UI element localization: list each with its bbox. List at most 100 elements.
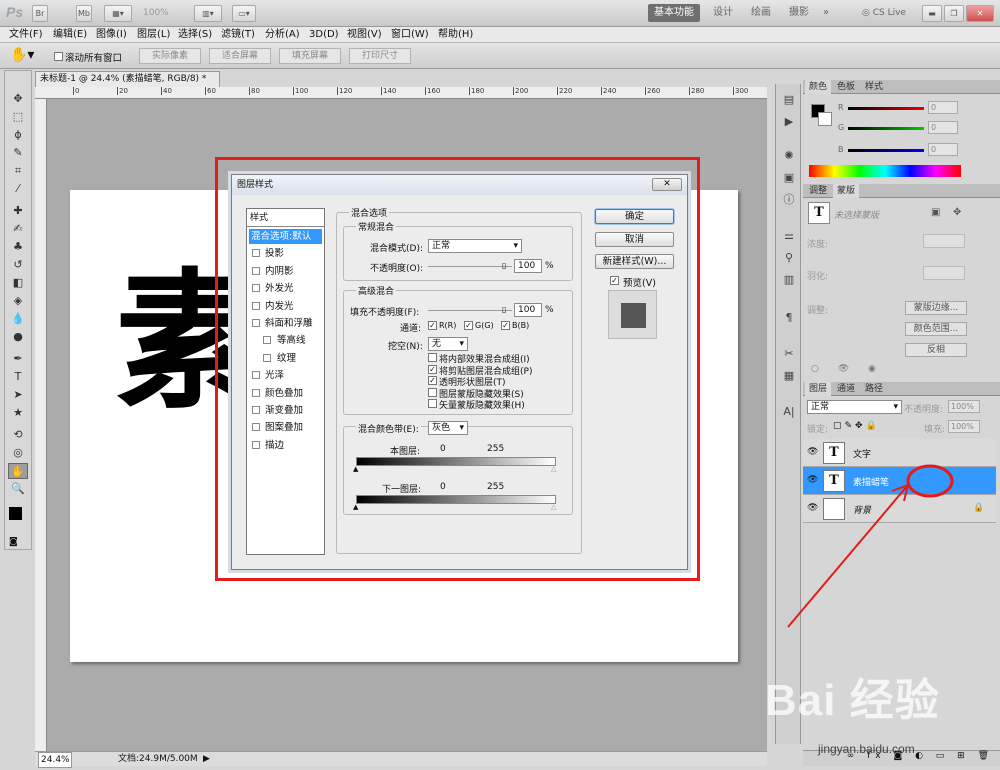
close-window-button[interactable]: ✕ [966,5,994,22]
animation-icon[interactable]: ▦ [780,368,798,384]
actions-icon[interactable]: ▶ [780,114,798,130]
style-item[interactable]: 内阴影 [249,264,322,279]
style-checkbox[interactable] [252,319,260,327]
style-checkbox[interactable] [263,336,271,345]
crop-tool-icon[interactable]: ⌗ [8,163,28,179]
menu-file[interactable]: 文件(F) [9,28,43,42]
hand-tool-icon[interactable]: ✋ [8,463,28,479]
style-checkbox[interactable] [252,371,260,380]
dialog-close-icon[interactable]: ✕ [652,178,682,191]
type-tool-icon[interactable]: T [8,369,28,385]
underlying-black-handle[interactable]: ▲ [353,503,358,511]
document-tab[interactable]: 未标题-1 @ 24.4% (素描蜡笔, RGB/8) * ✕ [35,71,220,100]
marquee-tool-icon[interactable]: ⬚ [8,109,28,125]
advanced-option-checkbox[interactable] [428,353,437,362]
style-item[interactable]: 混合选项:默认 [249,229,322,244]
advanced-option-checkbox[interactable]: ✓ [428,364,437,374]
style-item[interactable]: 颜色叠加 [249,386,322,401]
style-checkbox[interactable] [252,266,260,275]
style-item[interactable]: 光泽 [249,368,322,383]
invert-button[interactable]: 反相 [905,343,967,357]
style-item[interactable]: 外发光 [249,281,322,296]
3d-rotate-icon[interactable]: ⟲ [8,427,28,443]
underlying-white-handle[interactable]: △ [551,503,556,511]
info-icon[interactable]: ⓘ [780,192,798,208]
style-checkbox[interactable] [252,388,260,397]
advanced-option-checkbox[interactable]: ✓ [428,376,437,386]
tab-channels[interactable]: 通道 [833,382,859,396]
mask-footer-icons[interactable]: ○ 👁 ◉ [811,364,884,374]
fill-opacity-slider[interactable] [428,310,512,311]
blend-if-select[interactable]: 灰色 ▾ [428,421,468,435]
ok-button[interactable]: 确定 [595,209,674,224]
minimize-button[interactable]: ▬ [922,5,942,22]
style-item[interactable]: 描边 [249,438,322,453]
cancel-button[interactable]: 取消 [595,232,674,247]
menu-filter[interactable]: 滤镜(T) [221,28,255,42]
tab-layers[interactable]: 图层 [805,382,832,396]
menu-analysis[interactable]: 分析(A) [265,28,300,42]
style-checkbox[interactable] [252,301,260,310]
bg-color-swatch[interactable] [818,112,832,126]
character-icon[interactable]: A| [780,404,798,420]
history-icon[interactable]: ▤ [780,92,798,108]
advanced-option-checkbox[interactable] [428,399,437,409]
shape-tool-icon[interactable]: ★ [8,405,28,421]
tool-presets-icon[interactable]: ✂ [780,346,798,362]
tab-paths[interactable]: 路径 [861,382,887,396]
style-item[interactable]: 投影 [249,246,322,261]
style-item[interactable]: 斜面和浮雕 [249,316,322,331]
menu-edit[interactable]: 编辑(E) [53,28,87,42]
workspace-photography[interactable]: 摄影 [784,4,814,22]
view-extras-button[interactable]: ▦▾ [104,5,132,22]
mask-edge-button[interactable]: 蒙版边缘... [905,301,967,315]
style-checkbox[interactable] [252,423,260,432]
bridge-icon[interactable]: Br [32,5,48,22]
blend-mode-select[interactable]: 正常 ▾ [428,239,522,253]
path-select-icon[interactable]: ➤ [8,387,28,403]
layer-blend-select[interactable]: 正常 ▾ [807,400,902,414]
red-slider[interactable] [848,107,924,110]
notes-icon[interactable]: ▥ [780,272,798,288]
this-layer-black-handle[interactable]: ▲ [353,465,358,473]
quick-select-tool-icon[interactable]: ✎ [8,145,28,161]
style-checkbox[interactable] [252,440,260,449]
quick-mask-icon[interactable]: ◙ [9,537,29,547]
dodge-tool-icon[interactable]: ● [8,329,28,345]
feather-input[interactable] [923,266,965,280]
menu-layer[interactable]: 图层(L) [137,28,170,42]
layer-opacity-input[interactable]: 100% [948,400,980,413]
status-arrow-icon[interactable]: ▶ [203,752,210,766]
green-value[interactable]: 0 [928,121,958,134]
blue-value[interactable]: 0 [928,143,958,156]
new-style-button[interactable]: 新建样式(W)... [595,254,674,269]
menu-help[interactable]: 帮助(H) [438,28,473,42]
style-item[interactable]: 渐变叠加 [249,403,322,418]
opacity-input[interactable]: 100 [514,259,542,273]
scroll-all-checkbox[interactable] [54,52,63,61]
density-input[interactable] [923,234,965,248]
menu-view[interactable]: 视图(V) [347,28,382,42]
workspace-more[interactable]: » [817,4,835,22]
healing-tool-icon[interactable]: ✚ [8,203,28,219]
channel-r-checkbox[interactable]: ✓ [428,321,437,330]
underlying-gradient[interactable] [356,495,556,504]
3d-orbit-icon[interactable]: ◎ [8,445,28,461]
hand-tool-icon[interactable]: ✋▾ [10,47,34,63]
tab-color[interactable]: 颜色 [805,80,832,94]
lasso-tool-icon[interactable]: ϕ [8,127,28,143]
menu-3d[interactable]: 3D(D) [309,28,339,42]
opacity-slider-handle[interactable]: ▯ [502,261,506,270]
menu-image[interactable]: 图像(I) [96,28,127,42]
paragraph-icon[interactable]: ¶ [780,310,798,326]
green-slider[interactable] [848,127,924,130]
foreground-color-swatch[interactable] [9,507,22,520]
tab-swatches[interactable]: 色板 [833,80,859,94]
style-checkbox[interactable] [252,249,260,258]
style-item[interactable]: 纹理 [249,351,322,366]
tab-adjustments[interactable]: 调整 [805,184,831,198]
red-value[interactable]: 0 [928,101,958,114]
fill-opacity-handle[interactable]: ▯ [502,305,506,314]
zoom-level[interactable]: 100% [143,8,169,18]
advanced-option-checkbox[interactable] [428,387,437,397]
